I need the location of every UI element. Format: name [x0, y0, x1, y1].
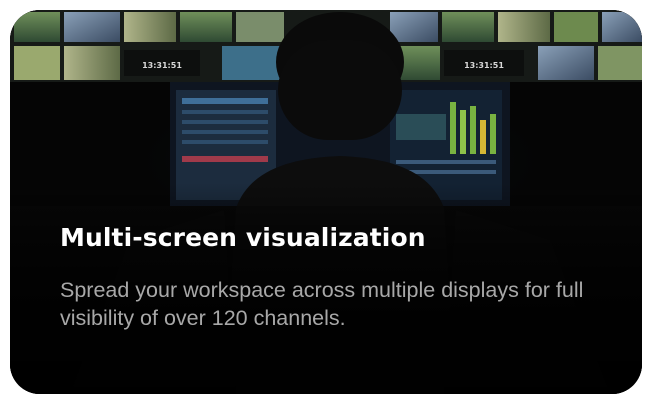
text-backdrop: [10, 10, 642, 394]
card-title: Multi-screen visualization: [60, 223, 426, 252]
card-description: Spread your workspace across multiple di…: [60, 278, 584, 330]
feature-card: 13:31:51 13:31:51: [10, 10, 642, 394]
